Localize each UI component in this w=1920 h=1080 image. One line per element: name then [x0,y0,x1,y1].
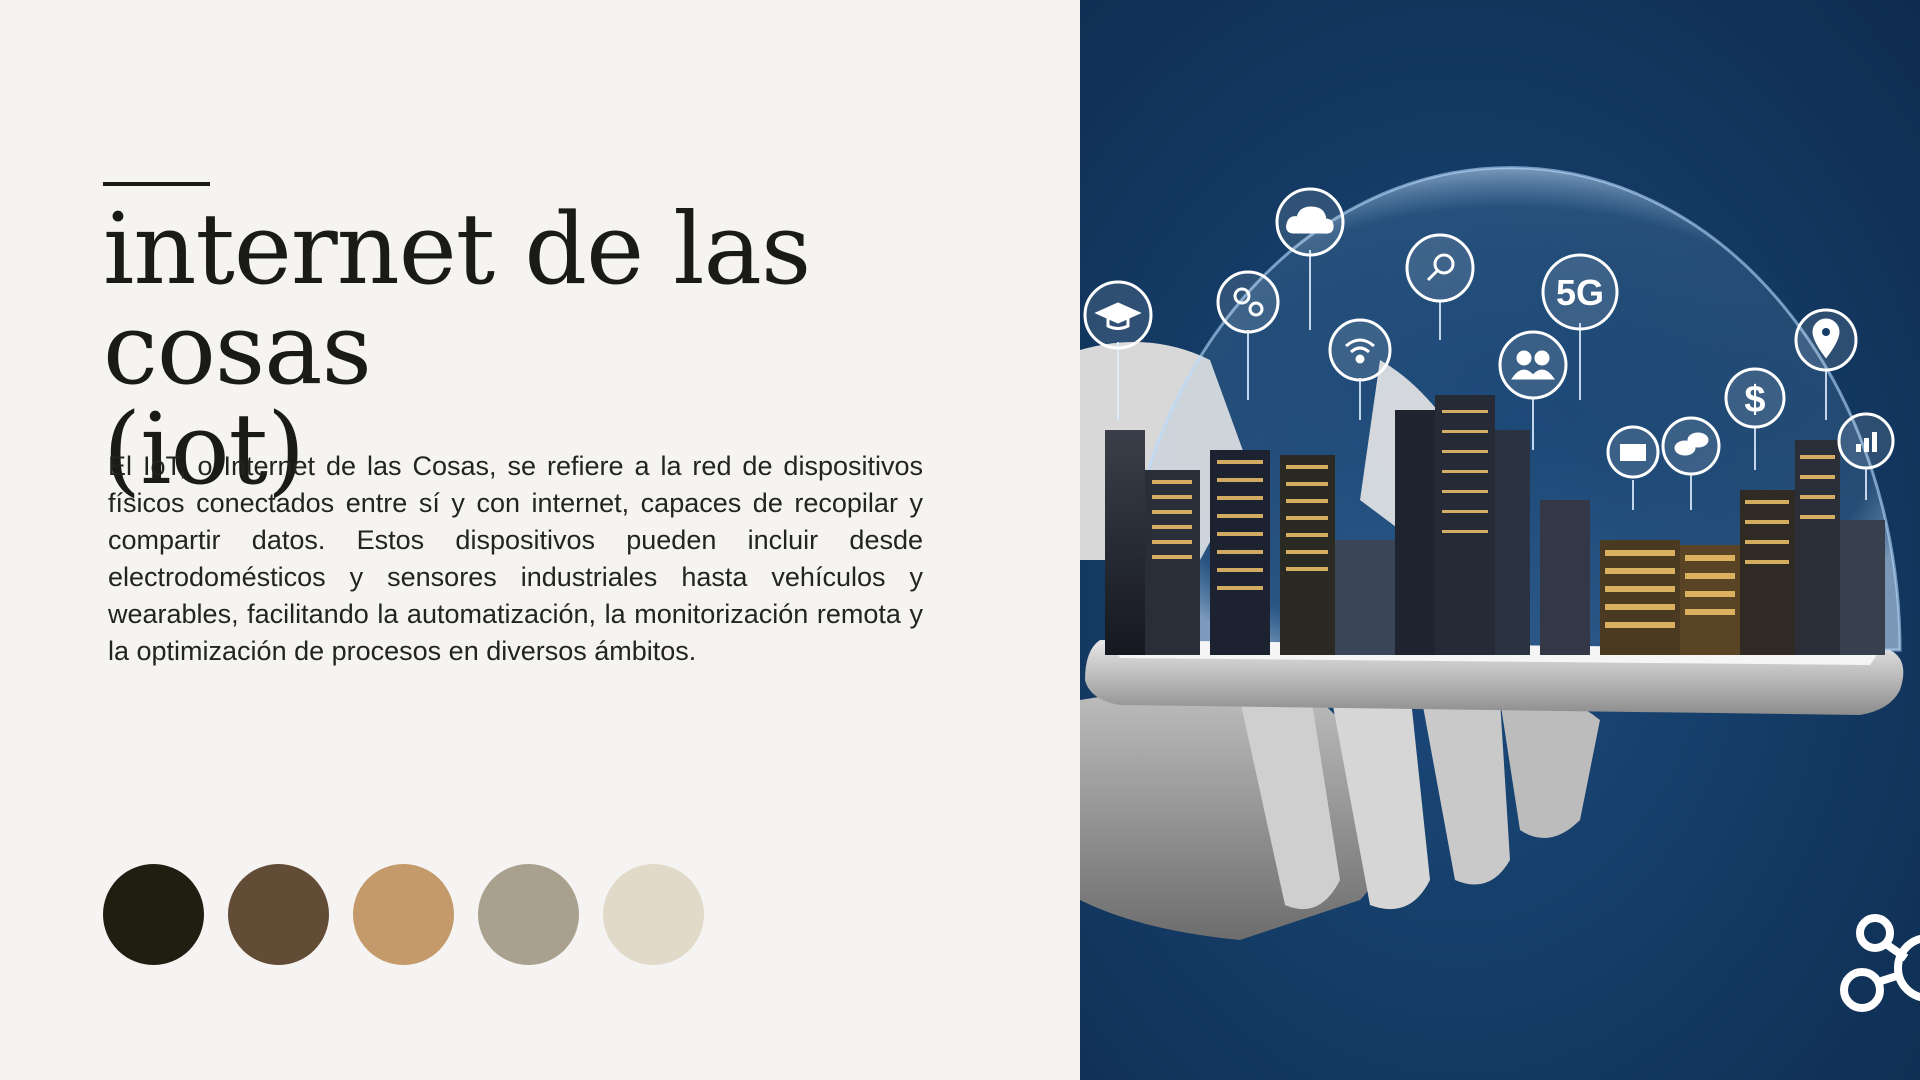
palette-swatch-5 [603,864,704,965]
people-icon [1498,330,1568,400]
svg-text:$: $ [1744,379,1765,421]
text-panel: internet de las cosas (iot) El IoT, o In… [0,0,1080,1080]
network-nodes-icon [1840,914,1920,1012]
location-pin-icon [1794,308,1858,372]
color-palette [103,864,704,965]
title-line-1: internet de las cosas [103,193,811,407]
title-accent-rule [103,182,210,186]
search-icon [1405,233,1475,303]
palette-swatch-3 [353,864,454,965]
bar-chart-icon [1837,412,1895,470]
5g-icon: 5G [1541,253,1619,331]
mail-icon [1606,425,1660,479]
palette-swatch-4 [478,864,579,965]
wifi-icon [1328,318,1392,382]
chat-icon [1661,416,1721,476]
dollar-icon: $ [1724,367,1786,429]
graduation-cap-icon [1083,280,1153,350]
gears-icon [1216,270,1280,334]
palette-swatch-1 [103,864,204,965]
body-paragraph: El IoT, o Internet de las Cosas, se refi… [108,451,923,666]
iot-illustration: 5G $ [1080,166,1920,1012]
iot-hero-image: 5G $ [1080,0,1920,1080]
palette-swatch-2 [228,864,329,965]
cloud-icon [1275,187,1345,257]
svg-text:5G: 5G [1556,272,1604,313]
